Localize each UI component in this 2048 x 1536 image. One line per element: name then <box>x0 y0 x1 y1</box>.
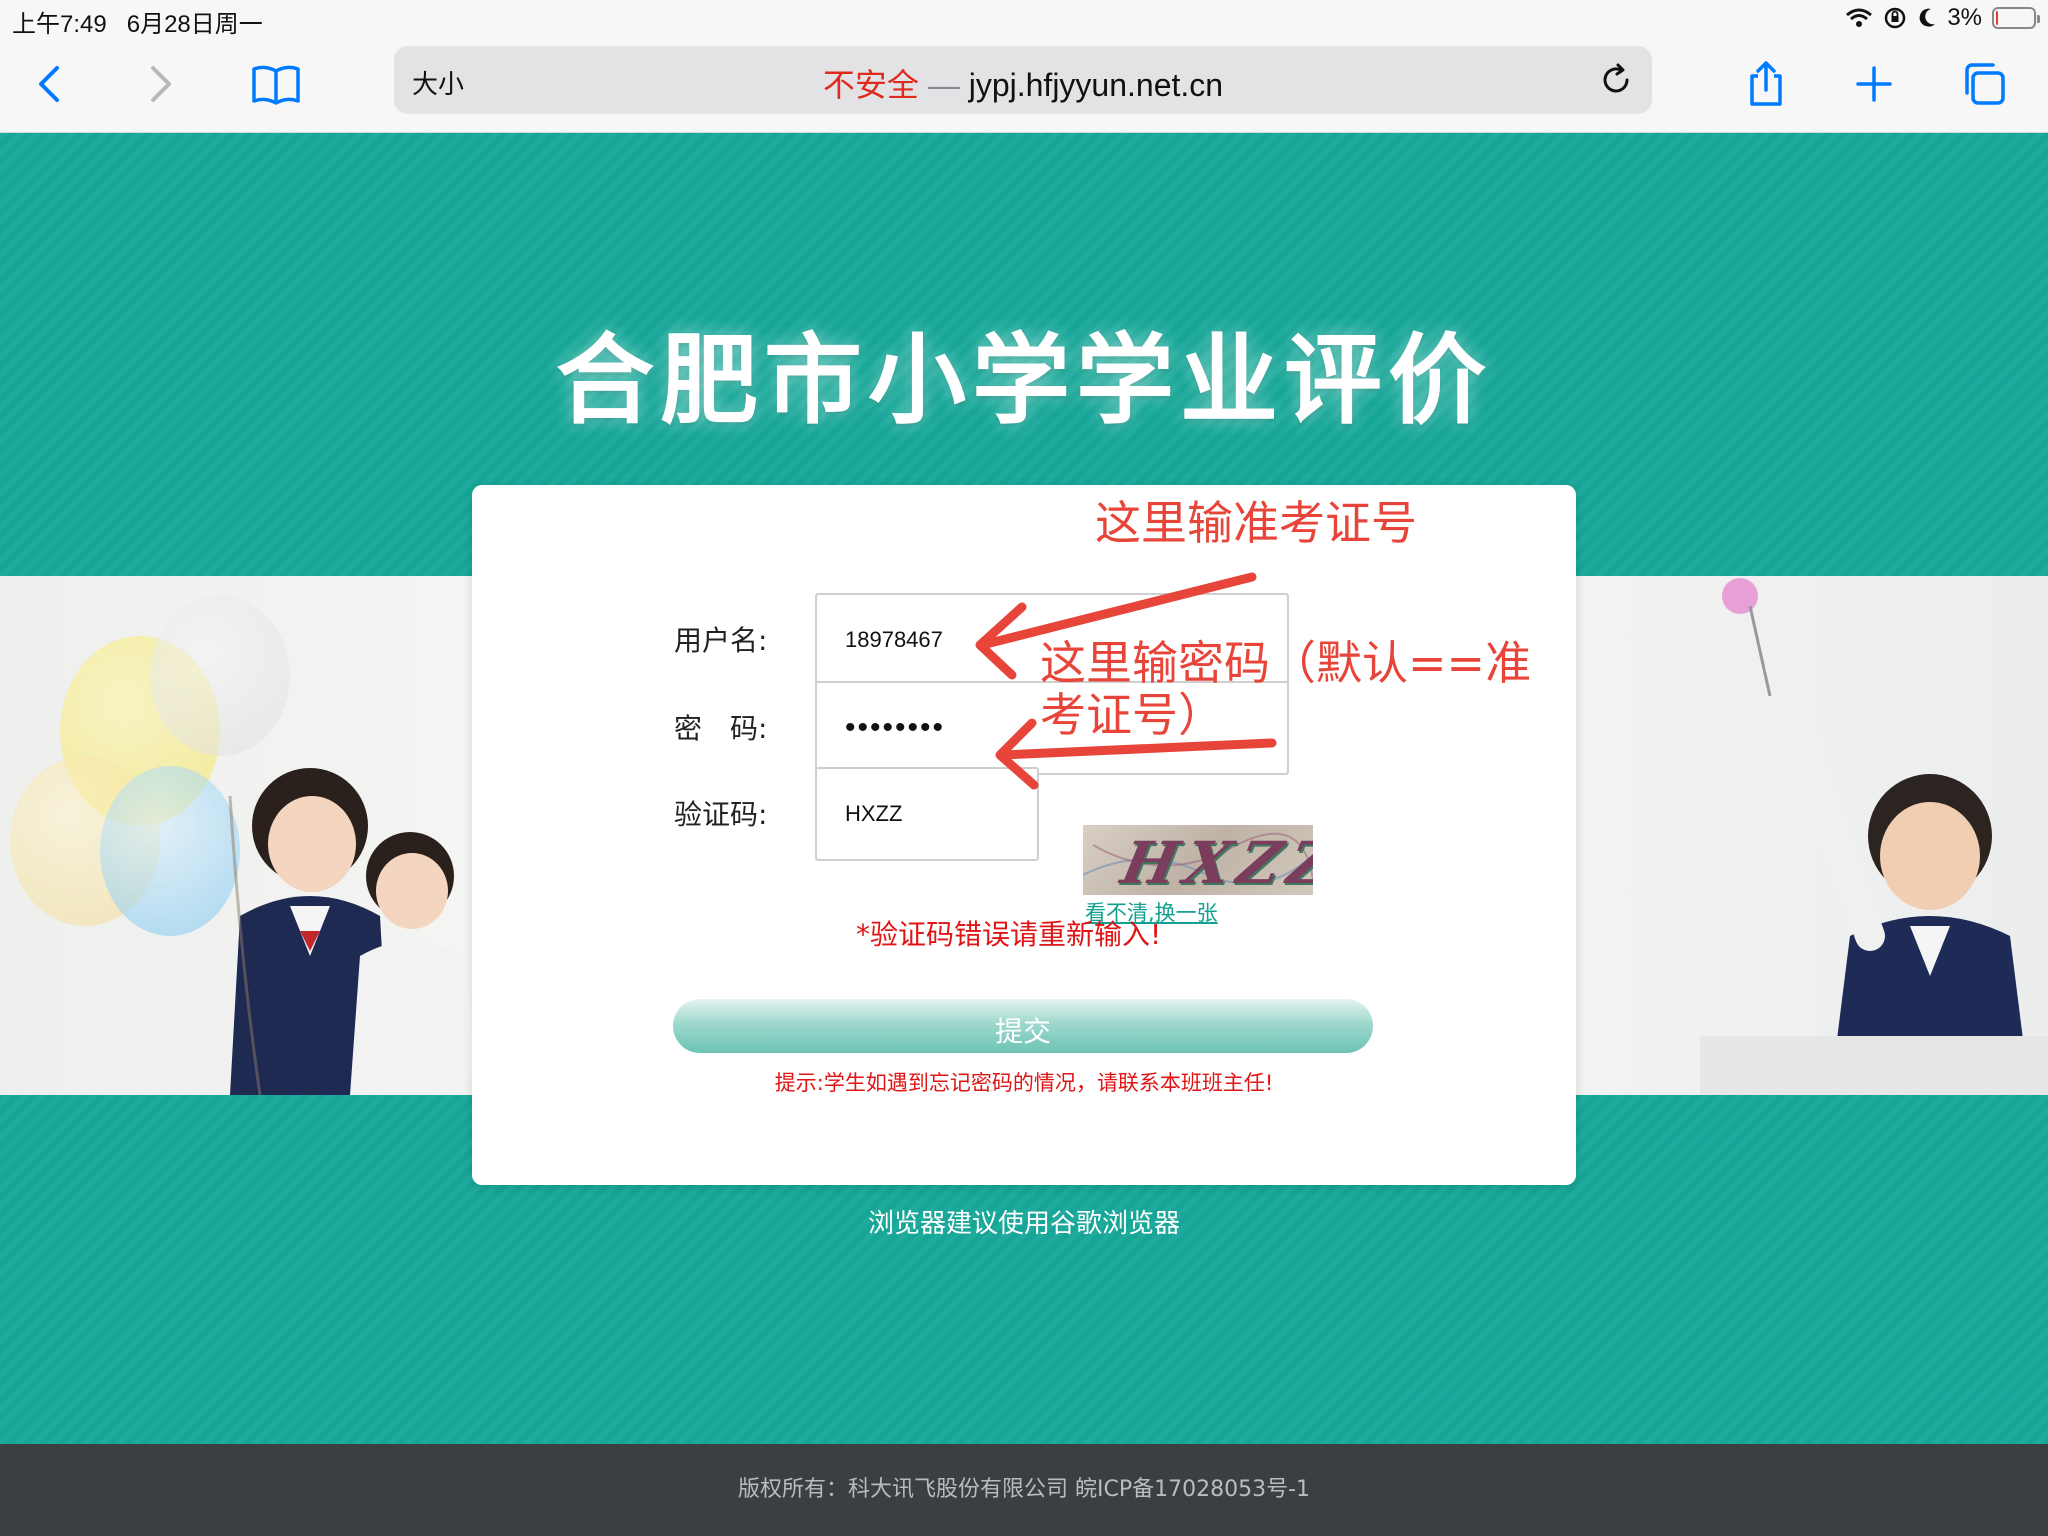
moon-icon <box>1919 8 1936 27</box>
arrow-to-password <box>995 718 1277 790</box>
browser-recommendation: 浏览器建议使用谷歌浏览器 <box>867 1209 1180 1239</box>
back-icon <box>39 66 59 102</box>
children-illustration-left <box>228 768 472 1095</box>
tabs-icon <box>1965 63 2005 105</box>
status-time: 上午7:49 6月28日周一 <box>12 4 263 39</box>
tabs-button[interactable] <box>1954 54 2014 114</box>
url-host: jypj.hfjyyun.net.cn <box>968 67 1224 103</box>
bookmarks-button[interactable] <box>246 54 306 114</box>
arrow-to-username <box>975 572 1257 680</box>
forward-icon <box>151 66 171 102</box>
share-button[interactable] <box>1736 54 1796 114</box>
new-tab-button[interactable] <box>1844 54 1904 114</box>
battery-percent: 3% <box>1947 4 1982 31</box>
wifi-icon <box>1846 8 1873 27</box>
balloon-decoration <box>150 596 290 756</box>
time-text: 上午7:49 <box>12 11 107 38</box>
share-icon <box>1750 61 1782 106</box>
browser-toolbar: 大小 不安全 — jypj.hfjyyun.net.cn <box>0 38 2048 133</box>
annotation-arrows <box>975 572 1277 790</box>
page-footer: 版权所有：科大讯飞股份有限公司 皖ICP备17028053号-1 <box>0 1444 2048 1536</box>
status-indicators: 3% <box>1845 4 2040 32</box>
reload-button[interactable] <box>1594 58 1638 102</box>
page-title: 合肥市小学学业评价 <box>555 324 1492 438</box>
forward-button[interactable] <box>130 54 190 114</box>
reload-icon <box>1603 63 1629 93</box>
orientation-lock-icon <box>1885 7 1906 29</box>
copyright-text: 版权所有：科大讯飞股份有限公司 皖ICP备17028053号-1 <box>737 1477 1311 1502</box>
child-illustration-right <box>1700 578 2048 1095</box>
url-display[interactable]: 不安全 — jypj.hfjyyun.net.cn <box>394 60 1652 106</box>
date-text: 6月28日周一 <box>126 11 263 38</box>
back-button[interactable] <box>20 54 80 114</box>
security-warning: 不安全 <box>822 67 919 103</box>
login-card: 用户名: 18978467 密 码: •••••••• 验证码: HXZZ HX… <box>472 485 1576 1185</box>
battery-icon <box>1992 7 2040 29</box>
page-content: 合肥市小学学业评价 用户名: 18978467 密 码: •••••••• 验证… <box>0 133 2048 1444</box>
new-tab-icon <box>1856 66 1892 102</box>
bookmarks-icon <box>252 65 300 105</box>
url-separator: — <box>927 67 960 103</box>
address-bar[interactable]: 大小 不安全 — jypj.hfjyyun.net.cn <box>394 46 1652 114</box>
battery-level <box>1996 11 1998 25</box>
status-bar: 上午7:49 6月28日周一 3% <box>0 0 2048 38</box>
